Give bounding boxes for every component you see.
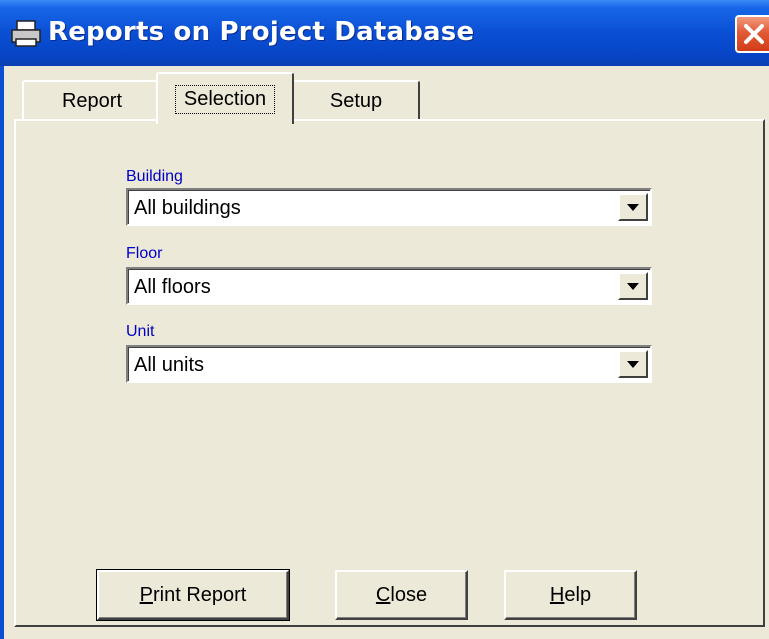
tab-label: Selection	[174, 84, 276, 114]
unit-label: Unit	[126, 323, 155, 340]
unit-value: All units	[134, 354, 205, 376]
dropdown-arrow-icon[interactable]	[618, 350, 648, 378]
title-bar: Reports on Project Database	[0, 0, 769, 66]
button-label: lose	[390, 583, 428, 606]
floor-value: All floors	[134, 276, 211, 298]
mnemonic: C	[375, 583, 391, 606]
floor-dropdown[interactable]: All floors	[126, 267, 652, 305]
tab-selection[interactable]: Selection	[156, 72, 294, 124]
dropdown-arrow-icon[interactable]	[618, 193, 648, 221]
close-window-button[interactable]	[735, 15, 769, 53]
building-label: Building	[126, 168, 183, 185]
building-value: All buildings	[134, 197, 241, 219]
mnemonic: P	[139, 583, 153, 606]
tab-label: Setup	[329, 89, 383, 112]
floor-label: Floor	[126, 245, 163, 262]
window-title: Reports on Project Database	[48, 17, 475, 47]
help-button[interactable]: Help	[504, 570, 637, 620]
close-button[interactable]: Close	[335, 570, 468, 620]
close-icon	[744, 24, 764, 44]
tab-setup[interactable]: Setup	[292, 80, 420, 120]
mnemonic: H	[549, 583, 565, 606]
tab-label: Report	[61, 89, 123, 112]
dialog-body: Report Setup Selection Building All buil…	[0, 66, 769, 639]
button-label: elp	[564, 583, 592, 606]
unit-dropdown[interactable]: All units	[126, 345, 652, 383]
button-label: rint Report	[152, 583, 247, 606]
selection-panel: Building All buildings Floor All floors …	[14, 119, 765, 627]
building-dropdown[interactable]: All buildings	[126, 188, 652, 226]
tab-report[interactable]: Report	[22, 80, 162, 120]
dropdown-arrow-icon[interactable]	[618, 272, 648, 300]
printer-icon	[11, 20, 41, 47]
print-report-button[interactable]: Print Report	[96, 569, 290, 621]
